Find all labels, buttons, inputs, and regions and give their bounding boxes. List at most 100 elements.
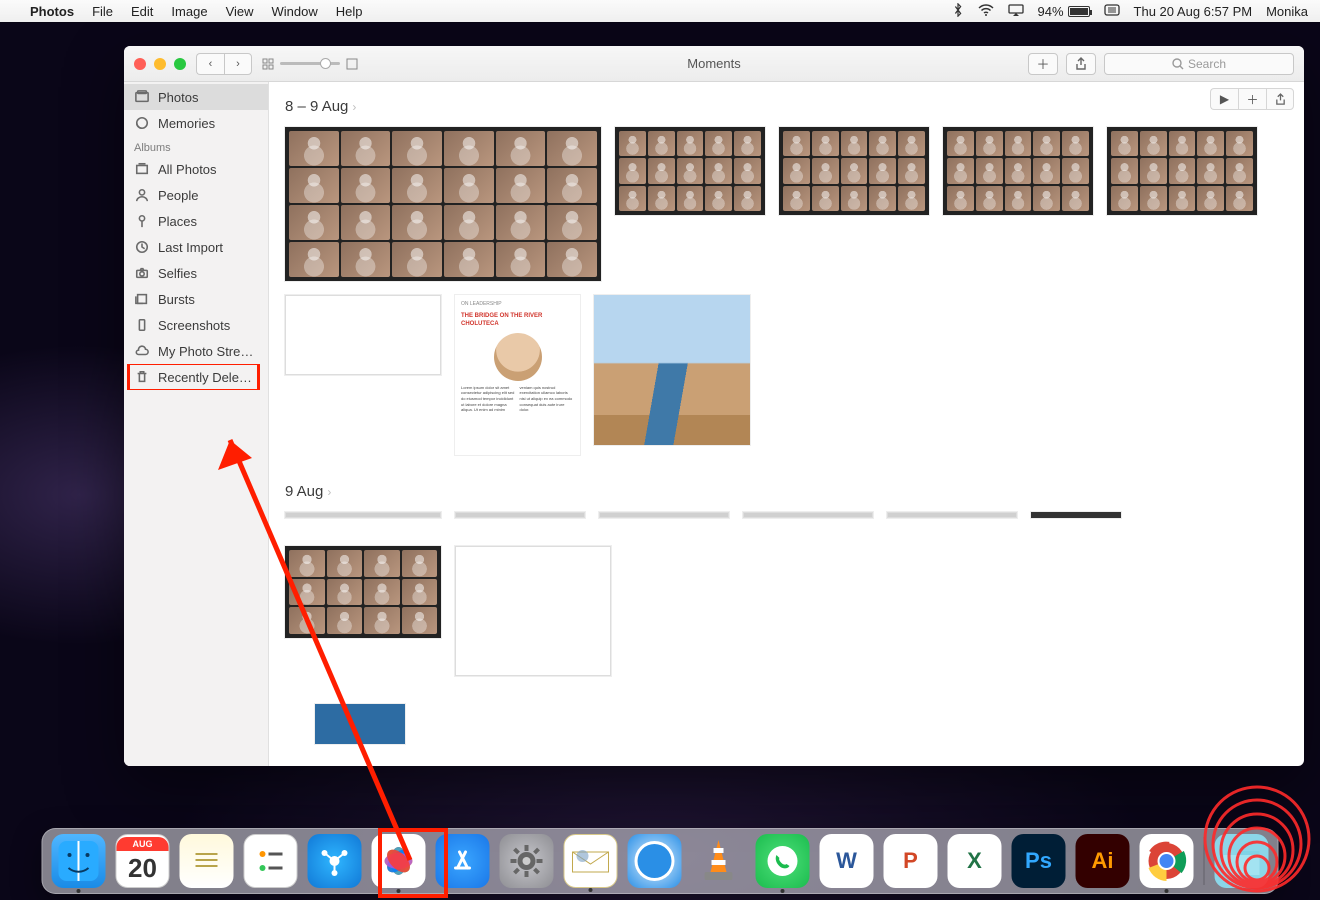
menu-file[interactable]: File	[92, 4, 113, 19]
moments-content[interactable]: ▶ ＋ 8 – 9 Aug › ON LEADERSHIP	[269, 82, 1304, 766]
photo-thumbnail[interactable]	[285, 512, 441, 518]
dock-finder-icon[interactable]	[52, 834, 106, 888]
window-titlebar: ‹ › Moments ＋ Search	[124, 46, 1304, 82]
photo-thumbnail[interactable]	[285, 127, 601, 281]
dock-photoshop-icon[interactable]: Ps	[1012, 834, 1066, 888]
trash-icon	[134, 369, 150, 385]
dock-appstore-icon[interactable]	[436, 834, 490, 888]
sidebar-item-screenshots[interactable]: Screenshots	[124, 312, 268, 338]
photo-thumbnail[interactable]	[455, 512, 585, 518]
sidebar-item-selfies[interactable]: Selfies	[124, 260, 268, 286]
search-field[interactable]: Search	[1104, 53, 1294, 75]
photo-thumbnail[interactable]	[887, 512, 1017, 518]
dock-safari-icon[interactable]	[628, 834, 682, 888]
sidebar-item-places[interactable]: Places	[124, 208, 268, 234]
nav-back-forward: ‹ ›	[196, 53, 252, 75]
dock-shareit-icon[interactable]	[308, 834, 362, 888]
photo-thumbnail[interactable]	[743, 512, 873, 518]
menu-view[interactable]: View	[226, 4, 254, 19]
sidebar-item-label: Last Import	[158, 240, 223, 255]
menu-help[interactable]: Help	[336, 4, 363, 19]
pin-icon	[134, 213, 150, 229]
sidebar-section-albums: Albums	[124, 136, 268, 156]
dock-whatsapp-icon[interactable]	[756, 834, 810, 888]
airplay-icon[interactable]	[1008, 4, 1024, 19]
sidebar-item-label: Recently Dele…	[158, 370, 252, 385]
menubar-user[interactable]: Monika	[1266, 4, 1308, 19]
photo-thumbnail[interactable]	[943, 127, 1093, 215]
sidebar-item-memories[interactable]: Memories	[124, 110, 268, 136]
dock-notes-icon[interactable]	[180, 834, 234, 888]
photo-thumbnail[interactable]	[285, 295, 441, 375]
dock-illustrator-icon[interactable]: Ai	[1076, 834, 1130, 888]
sidebar-item-label: All Photos	[158, 162, 217, 177]
sidebar-item-bursts[interactable]: Bursts	[124, 286, 268, 312]
menu-window[interactable]: Window	[272, 4, 318, 19]
moment-title-text: 9 Aug	[285, 483, 323, 500]
sidebar-item-label: People	[158, 188, 198, 203]
menu-image[interactable]: Image	[171, 4, 207, 19]
control-center-icon[interactable]	[1104, 4, 1120, 19]
photo-thumbnail[interactable]	[779, 127, 929, 215]
dock-calendar-icon[interactable]: AUG 20	[116, 834, 170, 888]
photos-app-window: ‹ › Moments ＋ Search Photos	[124, 46, 1304, 766]
sidebar-item-people[interactable]: People	[124, 182, 268, 208]
sidebar-item-last-import[interactable]: Last Import	[124, 234, 268, 260]
menu-edit[interactable]: Edit	[131, 4, 153, 19]
sidebar: Photos Memories Albums All Photos People…	[124, 82, 269, 766]
sidebar-item-label: My Photo Stre…	[158, 344, 253, 359]
photo-thumbnail[interactable]	[315, 704, 405, 744]
menubar-datetime[interactable]: Thu 20 Aug 6:57 PM	[1134, 4, 1253, 19]
sidebar-item-photo-stream[interactable]: My Photo Stre…	[124, 338, 268, 364]
nav-forward-button[interactable]: ›	[224, 53, 252, 75]
thumbnail-zoom-slider[interactable]	[262, 58, 358, 70]
calendar-day-label: 20	[128, 851, 157, 885]
minimize-window-button[interactable]	[154, 58, 166, 70]
dock-chrome-icon[interactable]	[1140, 834, 1194, 888]
battery-percent: 94%	[1038, 4, 1064, 19]
sidebar-item-all-photos[interactable]: All Photos	[124, 156, 268, 182]
clock-icon	[134, 239, 150, 255]
share-moment-button[interactable]	[1266, 88, 1294, 110]
photo-thumbnail[interactable]	[594, 295, 750, 445]
sidebar-item-recently-deleted[interactable]: Recently Dele…	[124, 364, 268, 390]
sidebar-item-label: Memories	[158, 116, 215, 131]
photo-thumbnail[interactable]	[599, 512, 729, 518]
dock-excel-icon[interactable]: X	[948, 834, 1002, 888]
dock-photos-icon[interactable]	[372, 834, 426, 888]
photo-thumbnail[interactable]	[455, 546, 611, 676]
dock-powerpoint-icon[interactable]: P	[884, 834, 938, 888]
sidebar-item-photos[interactable]: Photos	[124, 84, 268, 110]
camera-icon	[134, 265, 150, 281]
add-to-button[interactable]: ＋	[1238, 88, 1266, 110]
play-slideshow-button[interactable]: ▶	[1210, 88, 1238, 110]
add-button[interactable]: ＋	[1028, 53, 1058, 75]
zoom-in-single-icon	[346, 58, 358, 70]
cloud-icon	[134, 343, 150, 359]
device-icon	[134, 317, 150, 333]
photo-thumbnail[interactable]	[285, 546, 441, 638]
fullscreen-window-button[interactable]	[174, 58, 186, 70]
photo-thumbnail[interactable]	[1031, 512, 1121, 518]
watermark-icon	[1202, 784, 1312, 894]
dock-mail-icon[interactable]	[564, 834, 618, 888]
dock-vlc-icon[interactable]	[692, 834, 746, 888]
moment-2-grid	[285, 512, 1288, 744]
wifi-icon[interactable]	[978, 4, 994, 19]
moment-header-1[interactable]: 8 – 9 Aug ›	[285, 98, 1288, 115]
menubar-app-name[interactable]: Photos	[30, 4, 74, 19]
moment-header-2[interactable]: 9 Aug ›	[285, 483, 1288, 500]
moment-title-text: 8 – 9 Aug	[285, 98, 348, 115]
photo-thumbnail[interactable]	[615, 127, 765, 215]
dock-system-preferences-icon[interactable]	[500, 834, 554, 888]
share-button[interactable]	[1066, 53, 1096, 75]
photo-thumbnail[interactable]: ON LEADERSHIP THE BRIDGE ON THE RIVER CH…	[455, 295, 580, 455]
battery-indicator[interactable]: 94%	[1038, 4, 1090, 19]
dock-reminders-icon[interactable]	[244, 834, 298, 888]
photo-thumbnail[interactable]	[1107, 127, 1257, 215]
document-preview: ON LEADERSHIP THE BRIDGE ON THE RIVER CH…	[455, 295, 580, 461]
dock-word-icon[interactable]: W	[820, 834, 874, 888]
close-window-button[interactable]	[134, 58, 146, 70]
nav-back-button[interactable]: ‹	[196, 53, 224, 75]
bluetooth-icon[interactable]	[952, 3, 964, 20]
